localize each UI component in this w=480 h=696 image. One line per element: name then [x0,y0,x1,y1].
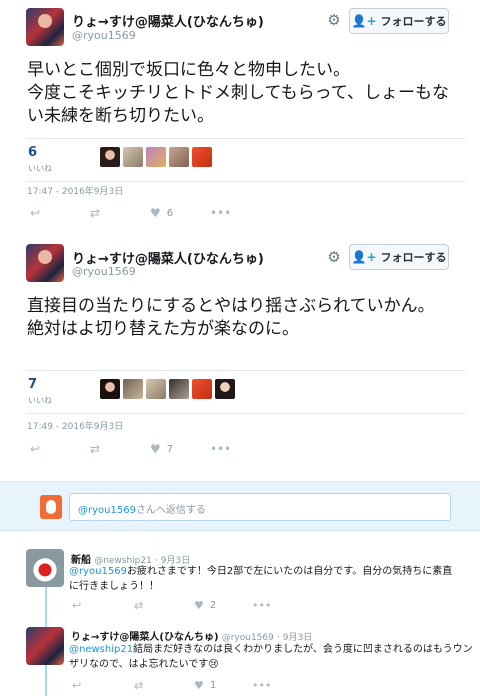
likes-count[interactable]: 6 [28,145,37,160]
likes-label: いいね [28,396,52,405]
reply-icon[interactable]: ↩ [30,442,40,456]
reply-text-part: 結局まだ好きなのは良くわかりましたが、会う度に凹まされるのはもうウン [133,644,473,655]
like-count: 6 [166,207,174,219]
likers-list [100,147,212,167]
reply-text-line: @ryou1569お疲れさまです！今日2部で左にいたのは自分です。自分の気持ちに… [69,564,469,579]
add-user-icon: 👤+ [351,250,377,264]
more-icon[interactable]: ••• [252,679,271,692]
like-count: 2 [209,599,217,611]
tweet-text-line: 絶対はよ切り替えた方が楽なのに。 [27,319,299,339]
tweet-stats: 6 いいね [26,138,466,182]
reply-composer: @ryou1569さんへ返信する [0,481,480,531]
follow-label: フォローする [380,251,447,264]
timestamp[interactable]: 17:49 - 2016年9月3日 [27,419,123,432]
reply-input[interactable]: @ryou1569さんへ返信する [69,493,451,521]
liker-avatar[interactable] [169,147,189,167]
reply-mention-link[interactable]: @ryou1569 [69,566,127,577]
likes-label: いいね [28,164,52,173]
liker-avatar[interactable] [192,379,212,399]
liker-avatar[interactable] [215,379,235,399]
reply-author-avatar[interactable] [26,549,64,587]
like-button[interactable]: ♥ 1 [194,679,216,692]
like-button[interactable]: ♥ 7 [150,442,173,456]
gear-icon[interactable]: ⚙ [326,12,342,28]
heart-icon: ♥ [194,678,204,692]
liker-avatar[interactable] [100,147,120,167]
tweet-text-line: 今度こそキッチリとトドメ刺してもらって、しょーもな [27,83,449,103]
like-button[interactable]: ♥ 6 [150,206,173,220]
author-name[interactable]: りょ→すけ@陽菜人(ひなんちゅ) [72,11,264,30]
retweet-icon[interactable]: ⇄ [134,599,143,612]
liker-avatar[interactable] [100,379,120,399]
liker-avatar[interactable] [192,147,212,167]
like-button[interactable]: ♥ 2 [194,599,216,612]
reply-placeholder: さんへ返信する [135,505,206,516]
tweet-text-line: 直接目の当たりにするとやはり揺さぶられていかん。 [27,296,435,316]
reply-text-line: ザリなので、はよ忘れたいです😢 [69,659,219,670]
retweet-icon[interactable]: ⇄ [134,679,143,692]
author-avatar[interactable] [26,8,64,46]
heart-icon: ♥ [194,598,204,612]
reply-icon[interactable]: ↩ [30,206,40,220]
reply-text: @ryou1569お疲れさまです！今日2部で左にいたのは自分です。自分の気持ちに… [69,564,469,594]
author-handle[interactable]: @ryou1569 [72,265,136,278]
likes-count[interactable]: 7 [28,377,37,392]
more-icon[interactable]: ••• [210,442,231,456]
liker-avatar[interactable] [123,379,143,399]
reply-header: りょ→すけ@陽菜人(ひなんちゅ) @ryou1569 · 9月3日 [71,628,312,643]
own-avatar [40,495,62,519]
add-user-icon: 👤+ [351,14,377,28]
follow-button[interactable]: 👤+ フォローする [349,244,449,270]
retweet-icon[interactable]: ⇄ [90,442,100,456]
like-count: 1 [209,679,217,691]
author-avatar[interactable] [26,244,64,282]
timestamp[interactable]: 17:47 - 2016年9月3日 [27,184,123,197]
author-handle[interactable]: @ryou1569 [72,29,136,42]
reply-mention-link[interactable]: @newship21 [69,644,133,655]
like-count: 7 [166,443,174,455]
tweet-text-line: 早いとこ個別で坂口に色々と物申したい。 [27,60,350,80]
reply-mention: @ryou1569 [78,505,136,516]
liker-avatar[interactable] [123,147,143,167]
reply-icon[interactable]: ↩ [72,679,81,692]
follow-button[interactable]: 👤+ フォローする [349,8,449,34]
reply-icon[interactable]: ↩ [72,599,81,612]
follow-label: フォローする [380,15,447,28]
heart-icon: ♥ [150,206,161,220]
reply-text-part: お疲れさまです！今日2部で左にいたのは自分です。自分の気持ちに素直 [126,566,453,577]
tweet-text-line: い未練を断ち切りたい。 [27,106,214,126]
liker-avatar[interactable] [169,379,189,399]
likers-list [100,379,235,399]
more-icon[interactable]: ••• [252,599,271,612]
reply-text-line: に行きましょう！！ [69,581,159,592]
reply-author-avatar[interactable] [26,627,64,665]
tweet-stats: 7 いいね [26,370,466,414]
gear-icon[interactable]: ⚙ [326,249,342,265]
liker-avatar[interactable] [146,379,166,399]
reply-text: @newship21結局まだ好きなのは良くわかりましたが、会う度に凹まされるのは… [69,642,473,672]
tweet-text: 早いとこ個別で坂口に色々と物申したい。 今度こそキッチリとトドメ刺してもらって、… [27,59,467,128]
retweet-icon[interactable]: ⇄ [90,206,100,220]
liker-avatar[interactable] [146,147,166,167]
heart-icon: ♥ [150,442,161,456]
reply-text-line: @newship21結局まだ好きなのは良くわかりましたが、会う度に凹まされるのは… [69,642,473,657]
more-icon[interactable]: ••• [210,206,231,220]
tweet-text: 直接目の当たりにするとやはり揺さぶられていかん。 絶対はよ切り替えた方が楽なのに… [27,295,467,341]
